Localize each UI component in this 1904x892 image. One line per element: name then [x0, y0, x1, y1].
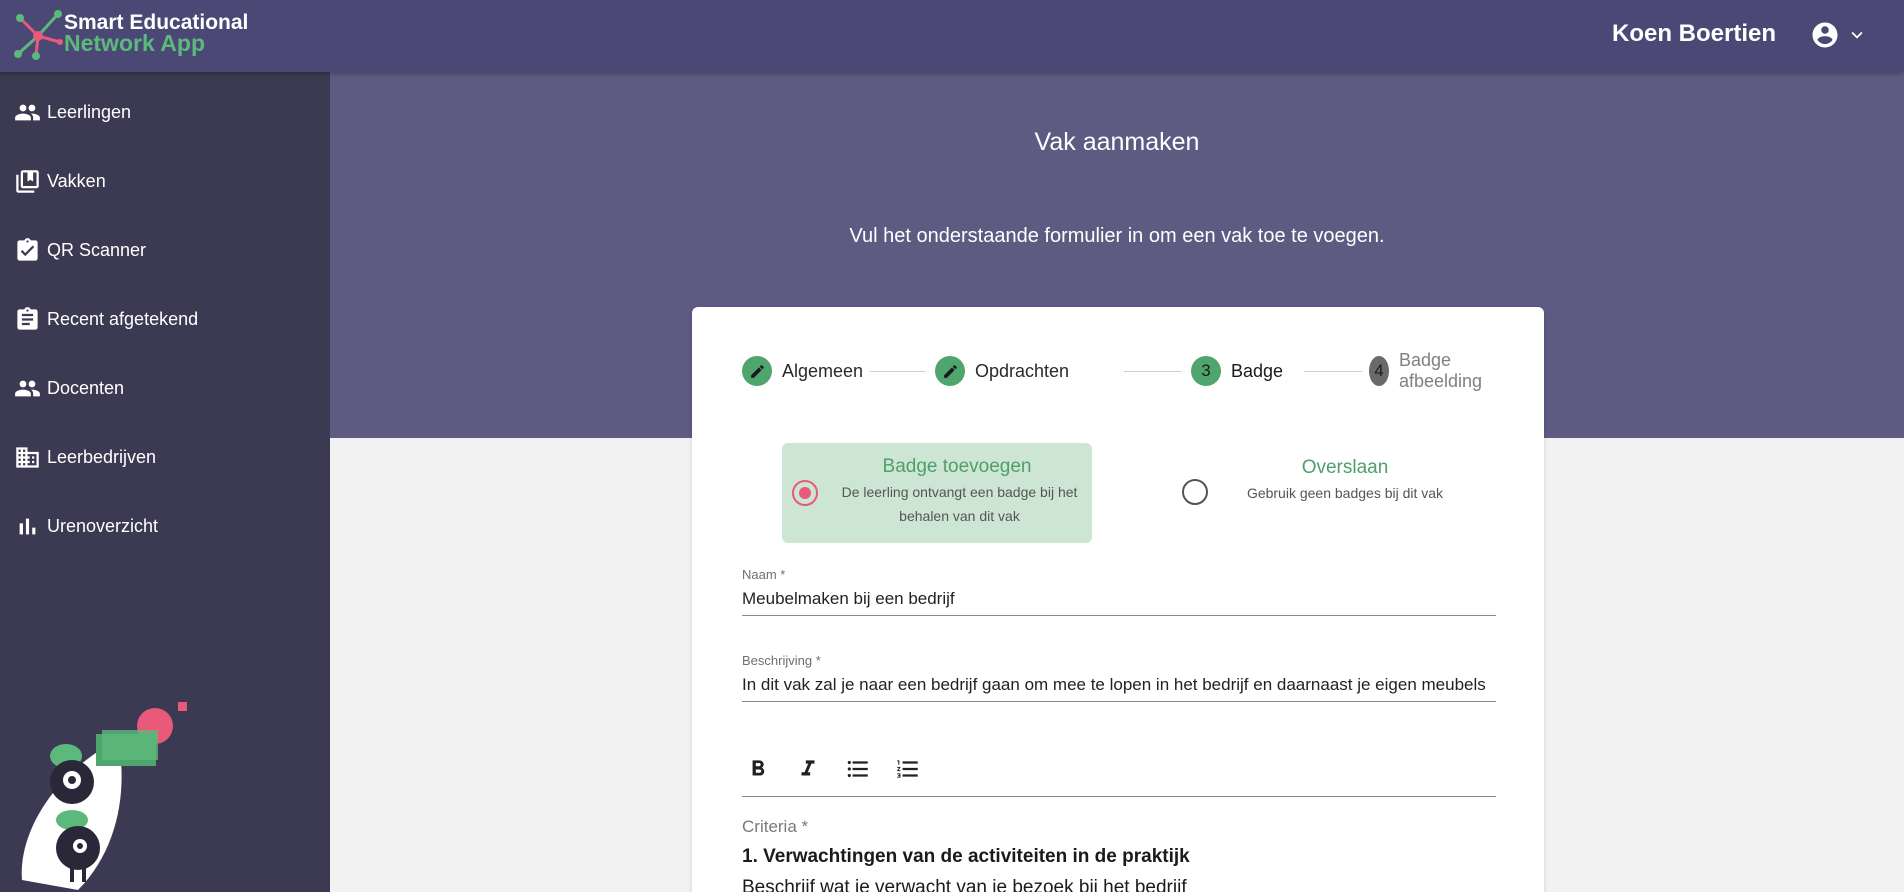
step-connector	[870, 371, 926, 372]
top-app-bar: Smart Educational Network App Koen Boert…	[0, 0, 1904, 72]
criteria-heading[interactable]: 1. Verwachtingen van de activiteiten in …	[742, 846, 1190, 868]
sidebar-nav: Leerlingen Vakken QR Scanner Recent afge…	[0, 72, 330, 892]
sidebar-item-label: Urenoverzicht	[47, 516, 159, 536]
name-underline	[742, 615, 1496, 616]
logo-line2: Network App	[64, 30, 205, 56]
sidebar-item-label: Docenten	[47, 378, 125, 398]
option-description: De leerling ontvangt een badge bij het b…	[841, 484, 1078, 524]
step-number: 3	[1191, 356, 1221, 386]
numbered-list-icon	[897, 760, 918, 778]
user-menu-button[interactable]	[1810, 20, 1868, 50]
sidebar-item-label: Leerlingen	[47, 102, 132, 122]
form-card: Algemeen Opdrachten 3 Badge 4 Badge afbe…	[692, 307, 1544, 892]
people-icon	[15, 104, 40, 121]
bold-icon	[752, 760, 765, 776]
library-books-icon	[16, 170, 39, 193]
description-underline	[742, 701, 1496, 702]
radio-unselected[interactable]	[1182, 479, 1208, 505]
pencil-icon	[943, 364, 957, 378]
toolbar-underline	[742, 796, 1496, 797]
option-badge-toevoegen[interactable]: Badge toevoegen De leerling ontvangt een…	[782, 443, 1092, 543]
page-subtitle: Vul het onderstaande formulier in om een…	[849, 225, 1385, 247]
step-opdrachten[interactable]: Opdrachten	[935, 355, 1069, 387]
account-circle-icon	[1812, 22, 1838, 48]
numbered-list-button[interactable]	[892, 753, 924, 785]
rich-text-toolbar	[742, 753, 1496, 793]
pencil-icon	[750, 364, 764, 378]
step-label: Opdrachten	[975, 360, 1070, 381]
step-algemeen[interactable]: Algemeen	[742, 355, 863, 387]
sidebar-item-label: Vakken	[47, 171, 106, 191]
assignment-icon	[17, 307, 38, 330]
step-label: Badge	[1231, 360, 1284, 381]
business-icon	[16, 447, 39, 468]
option-description: Gebruik geen badges bij dit vak	[1246, 485, 1444, 501]
name-label: Naam *	[742, 567, 786, 582]
sidebar-item-docenten[interactable]: Docenten	[0, 354, 330, 423]
people-icon	[15, 380, 40, 397]
step-connector	[1124, 371, 1182, 372]
step-number: 4	[1369, 356, 1389, 386]
criteria-text[interactable]: Beschrijf wat je verwacht van je bezoek …	[742, 877, 1187, 892]
step-badge[interactable]: 3 Badge	[1191, 355, 1283, 387]
network-logo-icon	[14, 10, 63, 60]
step-label: Badge afbeelding	[1398, 350, 1483, 391]
criteria-label: Criteria *	[742, 817, 809, 836]
sidebar-item-leerbedrijven[interactable]: Leerbedrijven	[0, 423, 330, 492]
sidebar-item-qr-scanner[interactable]: QR Scanner	[0, 216, 330, 285]
sidebar-item-leerlingen[interactable]: Leerlingen	[0, 78, 330, 147]
sidebar-item-label: Recent afgetekend	[47, 309, 199, 329]
option-overslaan[interactable]: Overslaan Gebruik geen badges bij dit va…	[1182, 457, 1472, 527]
radio-selected[interactable]	[792, 480, 818, 506]
mascot-illustration	[21, 702, 187, 890]
option-title: Overslaan	[1301, 457, 1389, 478]
page-title: Vak aanmaken	[1034, 128, 1200, 156]
user-name: Koen Boertien	[1611, 20, 1776, 47]
option-title: Badge toevoegen	[882, 456, 1032, 477]
assignment-check-icon	[17, 238, 38, 261]
description-input[interactable]	[742, 673, 1496, 697]
bulleted-list-button[interactable]	[842, 753, 874, 785]
sidebar-item-vakken[interactable]: Vakken	[0, 147, 330, 216]
step-connector	[1304, 371, 1362, 372]
bar-chart-icon	[19, 518, 36, 535]
italic-icon	[801, 760, 815, 776]
sidebar-item-urenoverzicht[interactable]: Urenoverzicht	[0, 492, 330, 561]
app-logo[interactable]: Smart Educational Network App	[10, 8, 250, 62]
italic-button[interactable]	[792, 753, 824, 785]
step-done-badge	[742, 356, 772, 386]
stepper: Algemeen Opdrachten 3 Badge 4 Badge afbe…	[742, 350, 1492, 391]
bulleted-list-icon	[847, 760, 868, 778]
sidebar-item-recent-afgetekend[interactable]: Recent afgetekend	[0, 285, 330, 354]
step-done-badge	[935, 356, 965, 386]
logo-text: Smart Educational Network App	[64, 12, 248, 56]
step-badge-afbeelding[interactable]: 4 Badge afbeelding	[1369, 350, 1492, 391]
sidebar-item-label: Leerbedrijven	[47, 447, 157, 467]
step-label: Algemeen	[782, 360, 864, 381]
description-label: Beschrijving *	[742, 653, 821, 668]
chevron-down-icon	[1851, 31, 1863, 39]
name-input[interactable]	[742, 587, 1496, 611]
bold-button[interactable]	[742, 753, 774, 785]
sidebar-item-label: QR Scanner	[47, 240, 147, 260]
